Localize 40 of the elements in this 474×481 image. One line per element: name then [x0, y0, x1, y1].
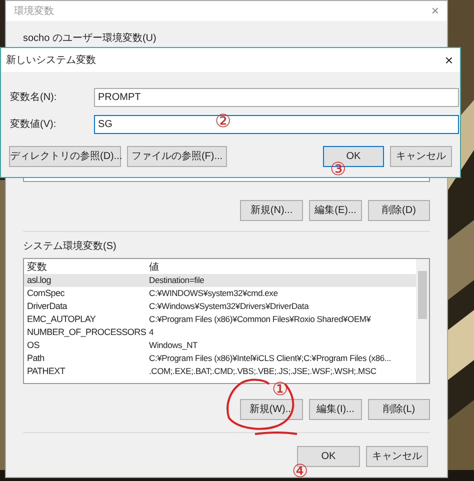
table-cell-text: ComSpec — [27, 287, 66, 300]
table-cell-text: OS — [27, 339, 40, 352]
table-cell-text: NUMBER_OF_PROCESSORS — [27, 326, 148, 339]
window-title: 環境変数 — [14, 4, 54, 18]
table-cell-text: Path — [27, 352, 46, 365]
step-number: ② — [215, 112, 231, 130]
scrollbar[interactable] — [416, 259, 429, 383]
column-header[interactable]: 値 — [149, 261, 159, 274]
table-cell: Destination=file — [149, 274, 204, 287]
close-button[interactable]: × — [431, 4, 439, 18]
section-label: socho のユーザー環境変数(U) — [23, 32, 158, 46]
button[interactable]: 削除(D) — [368, 200, 430, 221]
button[interactable]: 編集(E)... — [309, 200, 362, 221]
dialog-title: 新しいシステム変数 — [6, 54, 96, 68]
step-number: ① — [272, 380, 288, 398]
selected-row-highlight[interactable]: asl.log Destination=file — [24, 274, 416, 287]
close-button[interactable]: × — [444, 52, 453, 68]
table-cell: 4 — [149, 326, 154, 339]
input-field[interactable]: PROMPT — [94, 88, 459, 107]
button[interactable]: 削除(L) — [368, 399, 430, 420]
table-cell: C:¥WINDOWS¥system32¥cmd.exe — [149, 287, 278, 300]
table-cell-text: DriverData — [27, 300, 68, 313]
button[interactable]: 編集(I)... — [309, 399, 362, 420]
table-cell: C:¥Program Files (x86)¥Common Files¥Roxio Shared¥OEM¥ — [149, 313, 371, 326]
table-cell: C:¥Program Files (x86)¥Intel¥iCLS Client¥;C:¥Program Files (x86... — [149, 352, 391, 365]
button[interactable]: キャンセル — [366, 446, 428, 467]
button[interactable]: ディレクトリの参照(D)... — [9, 146, 121, 167]
field-label: 変数値(V): — [10, 118, 58, 132]
table-cell-text: PATHEXT — [27, 365, 66, 378]
table-cell: .COM;.EXE;.BAT;.CMD;.VBS;.VBE;.JS;.JSE;.WSF;.WSH;.MSC — [149, 365, 376, 378]
column-header[interactable]: 変数 — [27, 261, 149, 274]
table-cell-text: EMC_AUTOPLAY — [27, 313, 97, 326]
table-cell: C:¥Windows¥System32¥Drivers¥DriverData — [149, 300, 309, 313]
section-label: システム環境変数(S) — [23, 240, 118, 254]
button[interactable]: キャンセル — [390, 146, 452, 167]
button[interactable]: ファイルの参照(F)... — [127, 146, 227, 167]
button[interactable]: 新規(N)... — [240, 200, 303, 221]
field-label: 変数名(N): — [10, 90, 58, 105]
table-cell: Windows_NT — [149, 339, 198, 352]
table-cell-text: asl.log — [27, 274, 52, 287]
